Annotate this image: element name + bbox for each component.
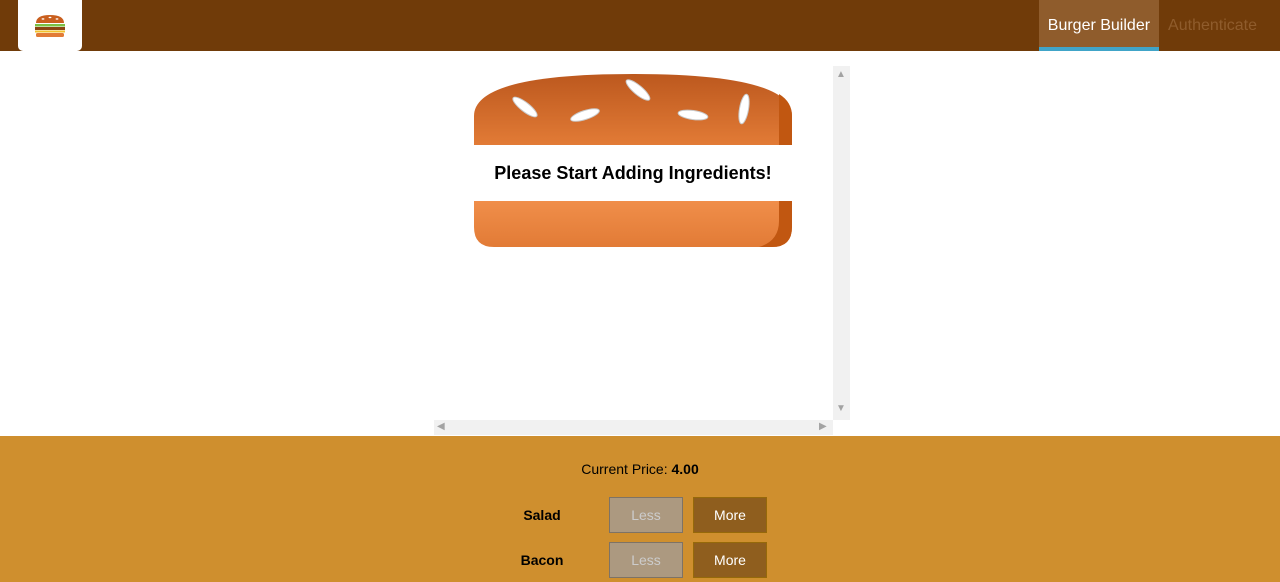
current-price: Current Price: 4.00 (0, 461, 1280, 477)
less-bacon-button[interactable]: Less (609, 542, 683, 578)
empty-burger-message: Please Start Adding Ingredients! (494, 162, 772, 183)
burger-logo-icon (35, 14, 65, 37)
vertical-scrollbar[interactable]: ▲ ▼ (833, 66, 850, 420)
price-value: 4.00 (671, 461, 699, 477)
control-row-bacon: Bacon Less More (500, 542, 780, 578)
scroll-right-icon[interactable]: ▶ (819, 422, 827, 432)
build-controls: Current Price: 4.00 Salad Less More Baco… (0, 436, 1280, 582)
burger-scroll-container[interactable]: Please Start Adding Ingredients! ▲ ▼ ◀ ▶ (434, 66, 850, 436)
bread-bottom (474, 201, 792, 247)
nav-burger-builder[interactable]: Burger Builder (1038, 0, 1160, 51)
toolbar: Burger Builder Authenticate (0, 0, 1280, 51)
more-salad-button[interactable]: More (693, 497, 767, 533)
bread-top (474, 74, 792, 145)
ingredient-label-bacon: Bacon (520, 552, 564, 568)
scroll-down-icon[interactable]: ▼ (836, 404, 846, 414)
navigation: Burger Builder Authenticate (1038, 0, 1280, 51)
logo[interactable] (18, 0, 82, 51)
price-label: Current Price: (581, 461, 668, 477)
ingredient-label-salad: Salad (523, 507, 561, 523)
less-salad-button[interactable]: Less (609, 497, 683, 533)
burger: Please Start Adding Ingredients! (434, 66, 833, 420)
scroll-left-icon[interactable]: ◀ (437, 422, 445, 432)
scroll-up-icon[interactable]: ▲ (836, 70, 846, 80)
control-row-salad: Salad Less More (500, 497, 780, 533)
more-bacon-button[interactable]: More (693, 542, 767, 578)
nav-authenticate[interactable]: Authenticate (1159, 0, 1280, 51)
horizontal-scrollbar[interactable]: ◀ ▶ (434, 420, 833, 435)
